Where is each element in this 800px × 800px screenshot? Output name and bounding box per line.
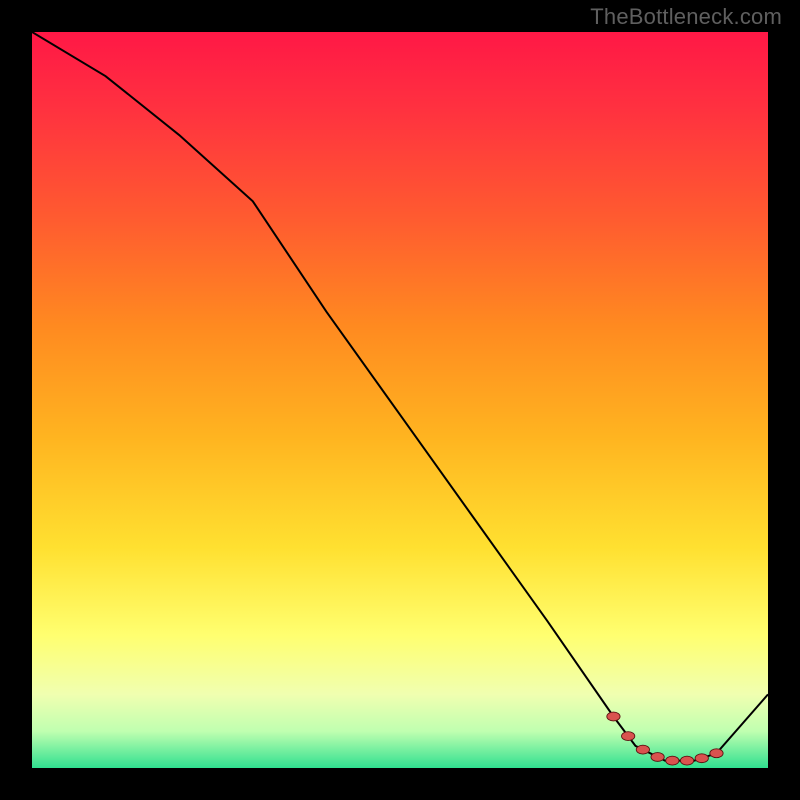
optimum-marker (710, 749, 723, 758)
bottleneck-curve (32, 32, 768, 768)
watermark-text: TheBottleneck.com (590, 4, 782, 30)
optimum-marker (636, 745, 649, 754)
chart-frame: TheBottleneck.com (0, 0, 800, 800)
optimum-marker (695, 754, 708, 763)
plot-area (32, 32, 768, 768)
curve-path (32, 32, 768, 761)
optimum-marker (680, 756, 693, 765)
optimum-marker (666, 756, 679, 765)
optimum-marker (651, 753, 664, 762)
optimum-marker (622, 732, 635, 741)
optimum-marker (607, 712, 620, 721)
